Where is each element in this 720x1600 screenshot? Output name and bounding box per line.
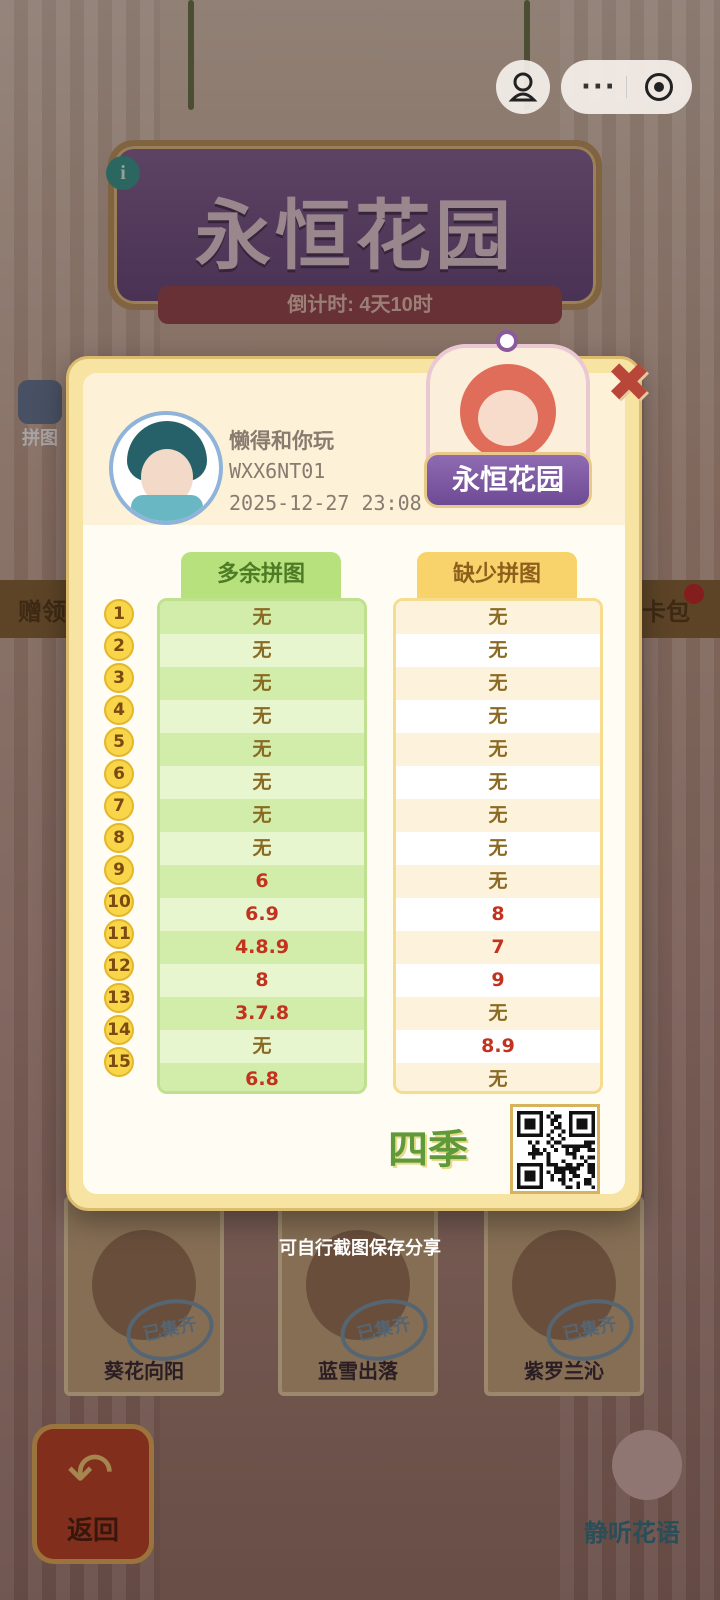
- extra-pieces-cell: 3.7.8: [160, 997, 364, 1030]
- extra-pieces-cell: 无: [160, 667, 364, 700]
- missing-pieces-cell: 7: [396, 931, 600, 964]
- missing-pieces-cell: 8.9: [396, 1030, 600, 1063]
- avatar: [109, 411, 223, 525]
- missing-pieces-column: 无无无无无无无无无 8 7 9 无 8.9 无: [393, 598, 603, 1094]
- extra-pieces-column: 无无无无无无无无 6 6.9 4.8.9 8 3.7.8 无 6.8: [157, 598, 367, 1094]
- extra-pieces-cell: 无: [160, 700, 364, 733]
- row-number-badge: 9: [104, 855, 134, 885]
- extra-pieces-cell: 8: [160, 964, 364, 997]
- row-number-badge: 2: [104, 631, 134, 661]
- badge-hanger: [496, 330, 518, 352]
- row-number-badge: 7: [104, 791, 134, 821]
- avatar-scarf: [131, 495, 203, 521]
- extra-pieces-cell: 无: [160, 733, 364, 766]
- missing-pieces-cell: 8: [396, 898, 600, 931]
- missing-pieces-cell: 9: [396, 964, 600, 997]
- missing-pieces-header: 缺少拼图: [417, 552, 577, 598]
- missing-pieces-cell: 无: [396, 733, 600, 766]
- capsule-menu: ···: [561, 60, 692, 114]
- row-number-badge: 14: [104, 1015, 134, 1045]
- badge-character-face: [478, 390, 538, 446]
- user-name: 懒得和你玩: [229, 429, 334, 453]
- more-menu-button[interactable]: ···: [581, 72, 617, 102]
- row-number-column: 1 2 3 4 5 6 7 8 9 10 11 12 13 14 15: [104, 598, 136, 1079]
- row-number-badge: 4: [104, 695, 134, 725]
- extra-pieces-cell: 无: [160, 832, 364, 865]
- extra-pieces-cell: 无: [160, 799, 364, 832]
- missing-pieces-cell: 无: [396, 667, 600, 700]
- close-button[interactable]: ✖: [602, 356, 656, 410]
- extra-pieces-cell: 6.9: [160, 898, 364, 931]
- extra-pieces-cell: 无: [160, 601, 364, 634]
- target-circle-icon[interactable]: [645, 73, 673, 101]
- row-number-badge: 3: [104, 663, 134, 693]
- extra-pieces-cell: 无: [160, 1030, 364, 1063]
- missing-pieces-cell: 无: [396, 766, 600, 799]
- row-number-badge: 10: [104, 887, 134, 917]
- missing-pieces-cell: 无: [396, 601, 600, 634]
- missing-pieces-cell: 无: [396, 832, 600, 865]
- brand-logo: 四季: [388, 1126, 468, 1173]
- qr-code-icon: [510, 1104, 600, 1194]
- capsule-divider: [626, 76, 627, 98]
- row-number-badge: 12: [104, 951, 134, 981]
- row-number-badge: 6: [104, 759, 134, 789]
- user-icon[interactable]: [496, 60, 550, 114]
- user-id: WXX6NT01: [229, 459, 326, 483]
- extra-pieces-header: 多余拼图: [181, 552, 341, 598]
- extra-pieces-cell: 6.8: [160, 1063, 364, 1091]
- missing-pieces-cell: 无: [396, 997, 600, 1030]
- garden-badge: 永恒花园: [420, 330, 596, 516]
- missing-pieces-cell: 无: [396, 865, 600, 898]
- badge-logo: 永恒花园: [424, 452, 592, 508]
- extra-pieces-cell: 6: [160, 865, 364, 898]
- missing-pieces-cell: 无: [396, 700, 600, 733]
- row-number-badge: 13: [104, 983, 134, 1013]
- row-number-badge: 1: [104, 599, 134, 629]
- missing-pieces-cell: 无: [396, 1063, 600, 1091]
- row-number-badge: 5: [104, 727, 134, 757]
- missing-pieces-cell: 无: [396, 634, 600, 667]
- missing-pieces-cell: 无: [396, 799, 600, 832]
- row-number-badge: 8: [104, 823, 134, 853]
- extra-pieces-cell: 无: [160, 766, 364, 799]
- save-share-hint: 可自行截图保存分享: [279, 1238, 441, 1259]
- extra-pieces-cell: 4.8.9: [160, 931, 364, 964]
- timestamp: 2025-12-27 23:08: [229, 491, 422, 515]
- row-number-badge: 15: [104, 1047, 134, 1077]
- extra-pieces-cell: 无: [160, 634, 364, 667]
- row-number-badge: 11: [104, 919, 134, 949]
